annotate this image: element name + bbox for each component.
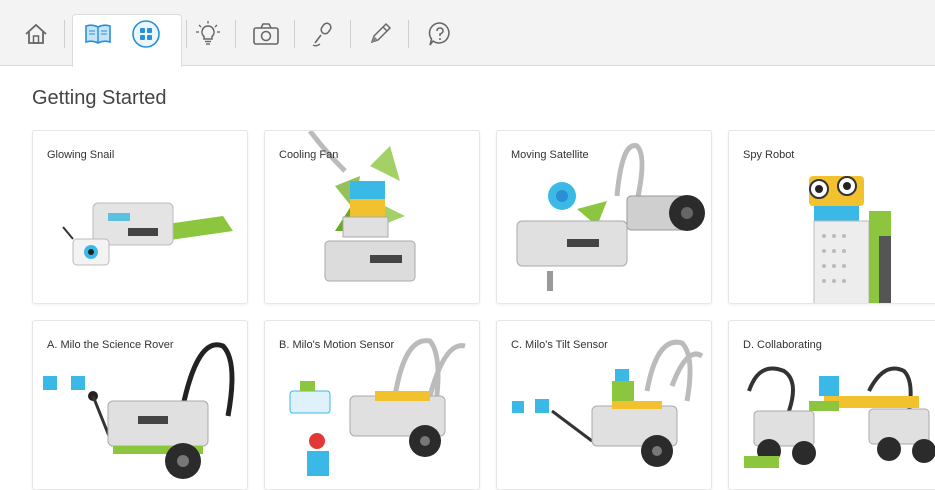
project-title: Spy Robot <box>743 149 795 161</box>
pencil-icon <box>370 22 392 44</box>
help-tab[interactable] <box>422 16 458 52</box>
project-card-moving-satellite[interactable]: Moving Satellite <box>496 130 712 304</box>
lightbulb-icon <box>196 21 220 45</box>
camera-tab[interactable] <box>248 16 284 52</box>
project-title: A. Milo the Science Rover <box>47 339 174 351</box>
project-card-milo-motion-sensor[interactable]: B. Milo's Motion Sensor <box>264 320 480 490</box>
project-card-spy-robot[interactable]: Spy Robot <box>728 130 935 304</box>
project-title: C. Milo's Tilt Sensor <box>511 339 608 351</box>
project-title: D. Collaborating <box>743 339 822 351</box>
project-card-milo-tilt-sensor[interactable]: C. Milo's Tilt Sensor <box>496 320 712 490</box>
toolbar-divider <box>64 20 65 48</box>
project-title: Moving Satellite <box>511 149 589 161</box>
camera-icon <box>253 23 279 45</box>
project-card-collaborating[interactable]: D. Collaborating <box>728 320 935 490</box>
toolbar-divider <box>294 20 295 48</box>
home-icon <box>25 23 47 44</box>
help-icon <box>428 22 450 46</box>
project-card-milo-science-rover[interactable]: A. Milo the Science Rover <box>32 320 248 490</box>
toolbar-divider <box>235 20 236 48</box>
project-card-glowing-snail[interactable]: Glowing Snail <box>32 130 248 304</box>
grid-icon <box>132 20 160 48</box>
project-title: Cooling Fan <box>279 149 339 161</box>
project-title: Glowing Snail <box>47 149 115 161</box>
home-tab[interactable] <box>18 16 54 52</box>
toolbar-divider <box>350 20 351 48</box>
microphone-icon <box>312 22 332 47</box>
top-toolbar <box>0 0 935 67</box>
project-card-cooling-fan[interactable]: Cooling Fan <box>264 130 480 304</box>
microphone-tab[interactable] <box>304 16 340 52</box>
book-tab[interactable] <box>80 16 116 52</box>
toolbar-divider <box>408 20 409 48</box>
toolbar-divider <box>186 20 187 48</box>
book-icon <box>85 24 111 44</box>
grid-tab[interactable] <box>128 16 164 52</box>
page-title: Getting Started <box>32 87 167 109</box>
pencil-tab[interactable] <box>362 16 398 52</box>
lightbulb-tab[interactable] <box>190 16 226 52</box>
project-title: B. Milo's Motion Sensor <box>279 339 395 351</box>
